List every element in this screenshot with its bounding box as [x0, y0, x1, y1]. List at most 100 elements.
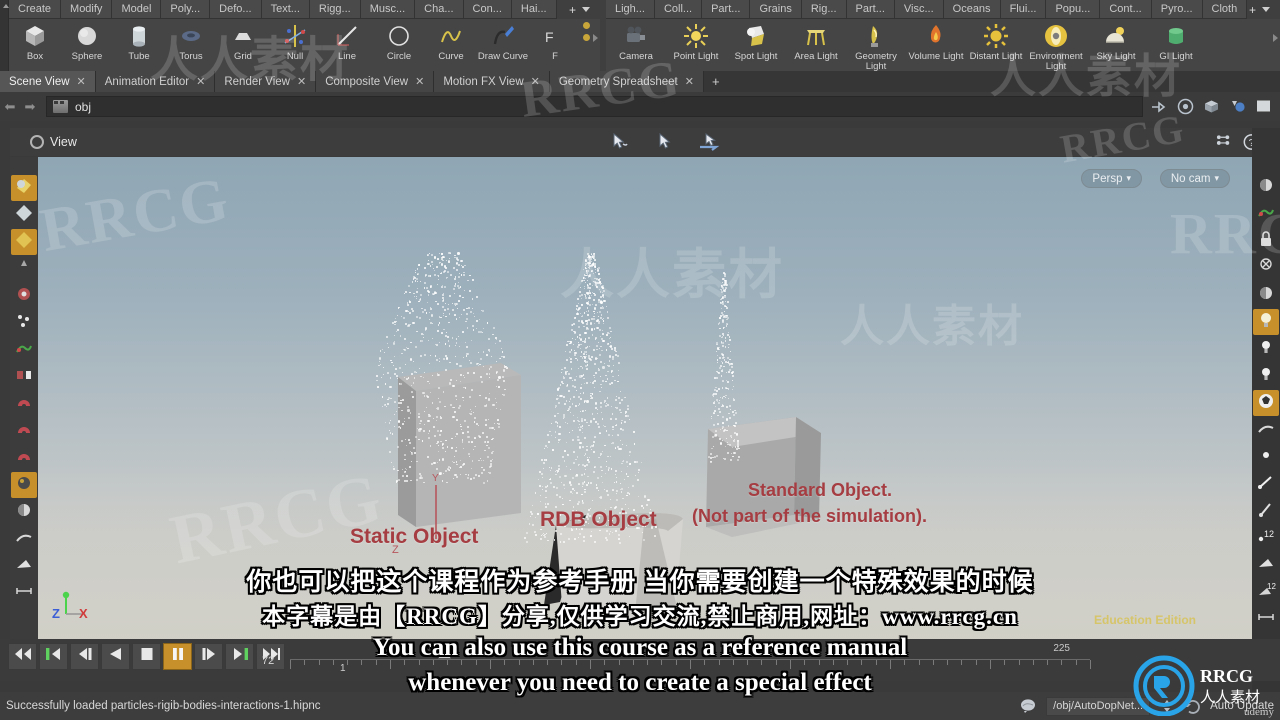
create-tool-box[interactable]: Box — [9, 19, 61, 73]
pin-icon[interactable] — [1151, 98, 1168, 115]
shelf-right-tab-0[interactable]: Ligh... — [606, 0, 655, 19]
shelf-left-tab-10[interactable]: Hai... — [511, 0, 557, 19]
pane-tab-motion-fx-view[interactable]: Motion FX View ✕ — [434, 71, 550, 92]
shelf-left-tab-6[interactable]: Rigg... — [309, 0, 361, 19]
shelf-right-scroll-right-icon[interactable] — [1273, 34, 1278, 42]
shelf-right-tab-3[interactable]: Grains — [750, 0, 802, 19]
left-tool-12-shading-icon[interactable] — [11, 499, 37, 525]
left-tool-2-gold-diamond-icon[interactable] — [11, 229, 37, 255]
step-forward-button[interactable] — [194, 643, 223, 670]
shelf-left-collapse-handle[interactable] — [0, 0, 9, 75]
target-icon[interactable] — [1177, 98, 1194, 115]
shelf-left-add-tab[interactable]: + — [563, 0, 596, 19]
right-tool-4-shading-icon[interactable] — [1253, 282, 1279, 308]
left-tool-3-handle-icon[interactable] — [11, 256, 37, 282]
shelf-right-tab-9[interactable]: Popu... — [1046, 0, 1101, 19]
lights-tool-volume-light[interactable]: Volume Light — [906, 19, 966, 73]
select-cursor-icon[interactable] — [610, 132, 630, 151]
lights-tool-distant-light[interactable]: Distant Light — [966, 19, 1026, 73]
pane-tab-render-view[interactable]: Render View ✕ — [215, 71, 317, 92]
stop-button[interactable] — [132, 643, 161, 670]
pick-cursor-icon[interactable] — [654, 132, 674, 151]
create-tool-tube[interactable]: Tube — [113, 19, 165, 73]
view-options-icon[interactable] — [30, 135, 44, 149]
shelf-left-tab-4[interactable]: Defo... — [210, 0, 262, 19]
shelf-right-tab-2[interactable]: Part... — [702, 0, 751, 19]
shelf-left-tab-3[interactable]: Poly... — [161, 0, 211, 19]
right-tool-1-cloth-icon[interactable] — [1253, 201, 1279, 227]
shelf-left-tab-1[interactable]: Modify — [61, 0, 113, 19]
shelf-right-tab-12[interactable]: Cloth — [1202, 0, 1248, 19]
create-tool-grid[interactable]: Grid — [217, 19, 269, 73]
close-icon[interactable]: ✕ — [297, 75, 306, 88]
shelf-left-tab-7[interactable]: Musc... — [360, 0, 416, 19]
left-tool-5-particles-icon[interactable] — [11, 310, 37, 336]
material-sphere-icon[interactable] — [1229, 98, 1246, 115]
create-tool-f[interactable]: F F — [529, 19, 581, 73]
shelf-right-tab-11[interactable]: Pyro... — [1151, 0, 1203, 19]
right-tool-5-light-bulb-icon[interactable] — [1253, 309, 1279, 335]
lights-tool-point-light[interactable]: Point Light — [666, 19, 726, 73]
shelf-right-tab-4[interactable]: Rig... — [801, 0, 847, 19]
jump-to-start-button[interactable] — [8, 643, 37, 670]
geometry-cube-icon[interactable] — [1203, 98, 1220, 115]
shelf-left-tab-5[interactable]: Text... — [261, 0, 310, 19]
right-tool-14-prim-icon[interactable] — [1253, 552, 1279, 578]
tree-view-icon[interactable] — [1216, 134, 1233, 151]
right-tool-8-soccer-icon[interactable] — [1253, 390, 1279, 416]
left-tool-15-measure-icon[interactable] — [11, 580, 37, 606]
render-preview-icon[interactable] — [1255, 98, 1272, 115]
arrow-left-icon[interactable]: ⬅ — [0, 99, 20, 115]
right-tool-11-vector-icon[interactable] — [1253, 471, 1279, 497]
left-tool-7-constraint-icon[interactable] — [11, 364, 37, 390]
path-input[interactable]: obj — [46, 96, 1143, 117]
scene-viewport[interactable]: Persp ▾ No cam ▾ Y Z Static Object RDB O… — [38, 157, 1252, 639]
shelf-right-tab-10[interactable]: Cont... — [1100, 0, 1152, 19]
right-tool-0-shading-icon[interactable] — [1253, 174, 1279, 200]
lights-tool-sky-light[interactable]: Sky Light — [1086, 19, 1146, 73]
right-tool-9-smooth-icon[interactable] — [1253, 417, 1279, 443]
shelf-left-tab-8[interactable]: Cha... — [415, 0, 464, 19]
shelf-right-tab-5[interactable]: Part... — [846, 0, 895, 19]
create-tool-sphere[interactable]: Sphere — [61, 19, 113, 73]
next-key-button[interactable] — [225, 643, 254, 670]
shelf-left-tab-2[interactable]: Model — [112, 0, 162, 19]
lights-tool-spot-light[interactable]: Spot Light — [726, 19, 786, 73]
left-tool-0-select-objects-icon[interactable] — [11, 175, 37, 201]
left-tool-1-diamond-icon[interactable] — [11, 202, 37, 228]
lights-tool-area-light[interactable]: Area Light — [786, 19, 846, 73]
shelf-left-overflow[interactable] — [583, 22, 590, 41]
brain-icon[interactable] — [1020, 697, 1038, 715]
previous-key-button[interactable] — [39, 643, 68, 670]
right-tool-3-no-icon[interactable] — [1253, 255, 1279, 281]
left-tool-11-fluid-icon[interactable] — [11, 472, 37, 498]
pane-tab-add-button[interactable]: + — [704, 71, 728, 92]
pane-tab-scene-view[interactable]: Scene View ✕ — [0, 71, 96, 92]
create-tool-null[interactable]: Null — [269, 19, 321, 73]
close-icon[interactable]: ✕ — [685, 75, 694, 88]
create-tool-line[interactable]: Line — [321, 19, 373, 73]
arrow-right-icon[interactable]: ➡ — [20, 99, 40, 115]
close-icon[interactable]: ✕ — [415, 75, 424, 88]
transform-cursor-icon[interactable] — [698, 133, 720, 151]
chevron-down-icon[interactable] — [582, 7, 590, 12]
shelf-right-tab-1[interactable]: Coll... — [654, 0, 703, 19]
left-tool-9-magnet-icon[interactable] — [11, 418, 37, 444]
pause-button[interactable] — [163, 643, 192, 670]
viewport-persp-chip[interactable]: Persp ▾ — [1081, 169, 1142, 188]
lights-tool-camera[interactable]: Camera — [606, 19, 666, 73]
timeline-playhead[interactable] — [438, 648, 451, 659]
step-back-button[interactable] — [70, 643, 99, 670]
shelf-right-tab-7[interactable]: Oceans — [943, 0, 1001, 19]
close-icon[interactable]: ✕ — [77, 75, 86, 88]
lights-tool-environment-light[interactable]: Environment Light — [1026, 19, 1086, 73]
close-icon[interactable]: ✕ — [531, 75, 540, 88]
right-tool-2-lock-icon[interactable] — [1253, 228, 1279, 254]
left-tool-13-smooth-icon[interactable] — [11, 526, 37, 552]
right-tool-6-ghost-light-icon[interactable] — [1253, 336, 1279, 362]
create-tool-torus[interactable]: Torus — [165, 19, 217, 73]
close-icon[interactable]: ✕ — [196, 75, 205, 88]
right-tool-13-number-12-icon[interactable]: 12 — [1253, 525, 1279, 551]
right-tool-16-measure-icon[interactable] — [1253, 606, 1279, 632]
shelf-left-tab-9[interactable]: Con... — [463, 0, 512, 19]
